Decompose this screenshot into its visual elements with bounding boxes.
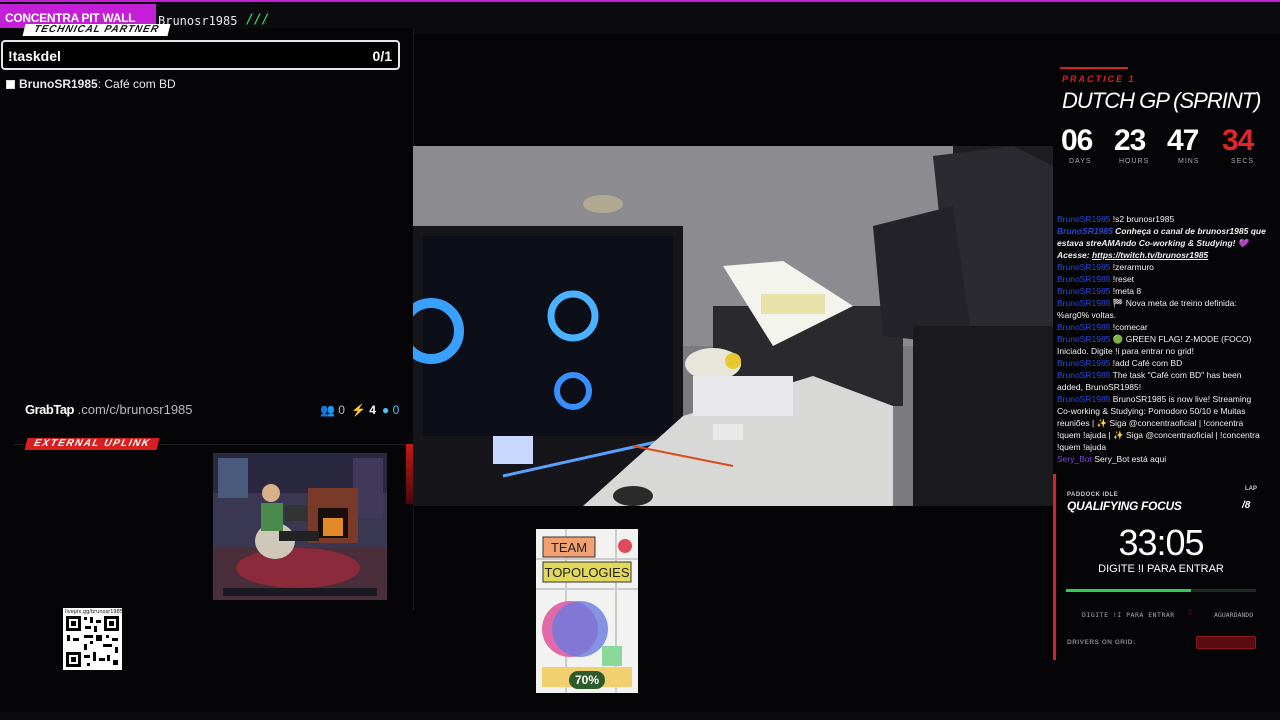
task-user: BrunoSR1985 bbox=[19, 77, 98, 91]
users-icon: 👥 bbox=[320, 403, 335, 417]
paddock-status: PADDOCK IDLE bbox=[1067, 492, 1119, 498]
book-progress-badge: 70% bbox=[569, 671, 605, 689]
boosts-count: 4 bbox=[369, 403, 376, 417]
status-right: AGUARDANDO bbox=[1214, 611, 1254, 619]
coins-count: 0 bbox=[392, 403, 400, 417]
countdown-hours: 23 bbox=[1114, 124, 1146, 157]
countdown-secs: 34 bbox=[1222, 124, 1254, 157]
status-separator: // bbox=[1188, 610, 1192, 617]
chat-message: BrunoSR1985 BrunoSR1985 is now live! Str… bbox=[1057, 394, 1260, 452]
lofi-room-illustration bbox=[213, 453, 387, 600]
chat-message: BrunoSR1985 !reset bbox=[1057, 274, 1135, 284]
countdown-hours-label: HOURS bbox=[1119, 158, 1150, 165]
lap-value: /8 bbox=[1242, 500, 1251, 511]
grabtap-link[interactable]: GrabTap .com/c/brunosr1985 bbox=[25, 402, 193, 417]
chat-message: BrunoSR1985 !comecar bbox=[1057, 322, 1148, 332]
countdown-days: 06 bbox=[1061, 124, 1093, 157]
webcam-scene bbox=[413, 146, 1053, 506]
session-label: PRACTICE 1 bbox=[1062, 74, 1136, 84]
drivers-grid-button[interactable] bbox=[1196, 636, 1256, 649]
qualifying-progress bbox=[1066, 589, 1256, 592]
technical-partner-badge: TECHNICAL PARTNER bbox=[22, 24, 171, 36]
task-text: : Café com BD bbox=[97, 77, 176, 91]
chat-message: BrunoSR1985 🏁 Nova meta de treino defini… bbox=[1057, 298, 1237, 320]
grabtap-url: .com/c/brunosr1985 bbox=[77, 402, 193, 417]
session-accent-line bbox=[1060, 67, 1128, 69]
drivers-on-grid-label: DRIVERS ON GRID: bbox=[1067, 639, 1136, 646]
qualifying-hint: DIGITE !I PARA ENTRAR bbox=[1098, 563, 1224, 575]
chat-message: Sery_Bot Sery_Bot está aqui bbox=[1057, 454, 1167, 464]
event-title: DUTCH GP (SPRINT) bbox=[1062, 88, 1262, 113]
webcam-feed bbox=[413, 146, 1053, 506]
countdown-mins-label: MINS bbox=[1178, 158, 1200, 165]
chat-message: BrunoSR1985 The task "Café com BD" has b… bbox=[1057, 370, 1242, 392]
countdown-mins: 47 bbox=[1167, 124, 1199, 157]
status-left: DIGITE !I PARA ENTRAR bbox=[1082, 611, 1175, 619]
quali-accent-bar bbox=[1053, 474, 1056, 660]
chat-message: BrunoSR1985 Conheça o canal de brunosr19… bbox=[1057, 226, 1266, 260]
grabtap-stats: 👥 0 ⚡ 4 ● 0 bbox=[320, 403, 399, 417]
book-cover-art: TEAM TOPOLOGIES bbox=[536, 529, 638, 693]
book-title-line1: TEAM bbox=[551, 540, 587, 555]
qualifying-timer: 33:05 bbox=[1118, 522, 1204, 563]
countdown-secs-label: SECS bbox=[1231, 158, 1255, 165]
channel-handle: Brunosr1985 bbox=[158, 14, 238, 28]
chat-link[interactable]: https://twitch.tv/brunosr1985 bbox=[1092, 250, 1208, 260]
qr-url: livepix.gg/brunosr1985 bbox=[65, 609, 123, 615]
task-checkbox[interactable] bbox=[6, 79, 15, 89]
chat-message: BrunoSR1985 !add Café com BD bbox=[1057, 358, 1183, 368]
uplink-thumbnail[interactable] bbox=[213, 453, 387, 600]
bolt-icon: ⚡ bbox=[350, 403, 366, 417]
separator-slashes: /// bbox=[246, 12, 270, 27]
external-uplink-badge: EXTERNAL UPLINK bbox=[24, 438, 160, 450]
lap-label: LAP bbox=[1245, 486, 1257, 492]
chat-log: BrunoSR1985 !s2 brunosr1985 BrunoSR1985 … bbox=[1057, 213, 1267, 465]
task-header: !taskdel 0/1 bbox=[1, 40, 400, 70]
chat-message: BrunoSR1985 !s2 brunosr1985 bbox=[1057, 214, 1175, 224]
book-cover: TEAM TOPOLOGIES bbox=[536, 529, 638, 693]
users-count: 0 bbox=[338, 403, 345, 417]
bottom-strip bbox=[0, 712, 1280, 720]
chat-message: BrunoSR1985 !meta 8 bbox=[1057, 286, 1142, 296]
qualifying-progress-fill bbox=[1066, 589, 1192, 592]
qr-pattern-icon bbox=[66, 616, 119, 667]
task-command: !taskdel bbox=[8, 48, 61, 64]
coin-icon: ● bbox=[381, 403, 390, 417]
book-title-line2: TOPOLOGIES bbox=[544, 565, 629, 580]
task-item[interactable]: BrunoSR1985: Café com BD bbox=[6, 77, 176, 91]
qualifying-title: QUALIFYING FOCUS bbox=[1067, 499, 1182, 513]
chat-message: BrunoSR1985 !zerarmuro bbox=[1057, 262, 1154, 272]
task-count: 0/1 bbox=[372, 48, 392, 64]
grabtap-logo: GrabTap bbox=[25, 402, 75, 417]
chat-message: BrunoSR1985 🟢 GREEN FLAG! Z-MODE (FOCO) … bbox=[1057, 334, 1252, 356]
qr-code[interactable]: livepix.gg/brunosr1985 bbox=[63, 608, 123, 670]
countdown-days-label: DAYS bbox=[1069, 158, 1092, 165]
